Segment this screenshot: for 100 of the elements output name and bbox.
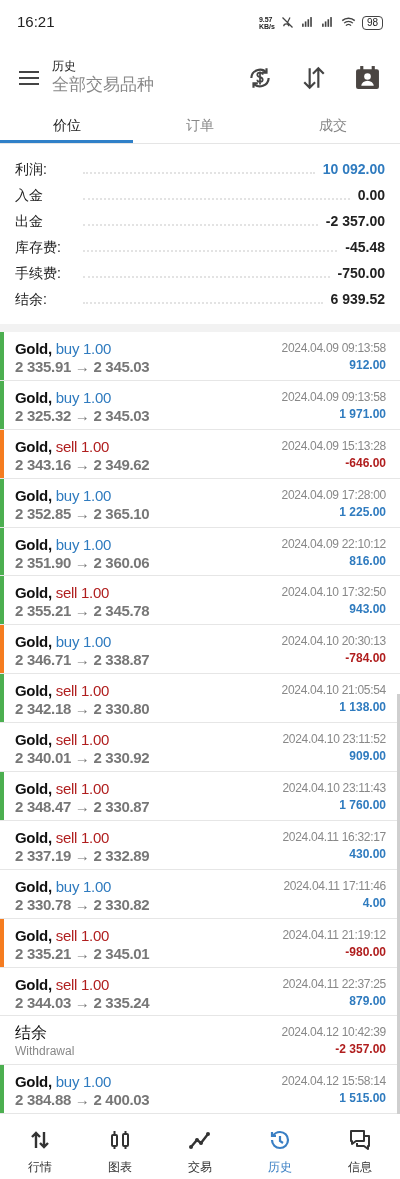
deal-time: 2024.04.10 23:11:52 — [282, 731, 386, 748]
nav-item[interactable]: 历史 — [240, 1128, 320, 1177]
summary-label: 库存费: — [15, 238, 62, 257]
deal-volume: buy 1.00 — [55, 339, 111, 358]
deal-volume: buy 1.00 — [55, 876, 111, 896]
symbol-label: Gold, — [15, 387, 52, 407]
deal-prices: 2 384.88 → 2 400.03 — [15, 1091, 151, 1110]
deal-prices: 2 342.18 → 2 330.80 — [15, 700, 151, 719]
deal-volume: buy 1.00 — [55, 387, 111, 407]
deal-profit: 4.00 — [362, 894, 386, 912]
deal-volume: buy 1.00 — [55, 534, 111, 554]
symbol-label: Gold, — [15, 974, 52, 994]
deal-time: 2024.04.10 17:32:50 — [281, 584, 386, 601]
deal-prices: 2 337.19 → 2 332.89 — [15, 846, 151, 865]
deal-profit: 430.00 — [349, 845, 386, 863]
header-subtitle: 全部交易品种 — [52, 74, 155, 96]
deal-profit: 1 760.00 — [339, 797, 386, 814]
deal-time: 2024.04.11 17:11:46 — [283, 877, 386, 894]
deal-volume: sell 1.00 — [55, 436, 109, 456]
symbol-label: Gold, — [15, 339, 52, 358]
deal-volume: sell 1.00 — [55, 583, 109, 603]
deal-profit: 1 971.00 — [339, 405, 386, 423]
tab[interactable]: 订单 — [133, 110, 267, 143]
symbol-label: Gold, — [15, 779, 52, 798]
summary-value: 0.00 — [357, 186, 385, 205]
deal-profit: -980.00 — [345, 943, 386, 961]
deal-row[interactable]: Gold, buy 1.00 2 352.85 → 2 365.10 2024.04.09 17:28:00 1 225.00 — [0, 478, 400, 528]
symbol-label: Gold, — [15, 534, 52, 554]
deal-volume: buy 1.00 — [55, 485, 111, 505]
deal-time: 2024.04.10 21:05:54 — [281, 682, 386, 699]
deal-profit: -2 357.00 — [335, 1041, 386, 1059]
deal-prices: 2 344.03 → 2 335.24 — [15, 993, 151, 1012]
nav-item[interactable]: 交易 — [160, 1128, 240, 1177]
deal-prices: 2 335.21 → 2 345.01 — [15, 944, 151, 963]
deal-time: 2024.04.12 15:58:14 — [281, 1073, 386, 1090]
deal-volume: sell 1.00 — [55, 827, 109, 847]
deal-title: 结余 — [15, 1023, 48, 1044]
deal-prices: 2 343.16 → 2 349.62 — [15, 455, 151, 474]
deal-time: 2024.04.11 22:37:25 — [282, 975, 386, 992]
summary-label: 结余: — [15, 290, 48, 309]
chat-icon — [348, 1128, 372, 1153]
deal-row[interactable]: Gold, buy 1.00 2 335.91 → 2 345.03 2024.04.09 09:13:58 912.00 — [0, 332, 400, 381]
deal-comment: Withdrawal — [15, 1043, 76, 1060]
symbol-label: Gold, — [15, 436, 52, 456]
deal-volume: sell 1.00 — [55, 974, 109, 994]
deal-row[interactable]: Gold, buy 1.00 2 325.32 → 2 345.03 2024.04.09 09:13:58 1 971.00 — [0, 380, 400, 430]
deal-prices: 2 348.47 → 2 330.87 — [15, 798, 151, 816]
deal-prices: 2 335.91 → 2 345.03 — [15, 358, 151, 376]
symbol-label: Gold, — [15, 925, 52, 945]
deal-time: 2024.04.10 20:30:13 — [281, 633, 386, 650]
deal-time: 2024.04.09 09:13:58 — [281, 340, 386, 356]
deal-time: 2024.04.11 21:19:12 — [282, 926, 386, 943]
deal-time: 2024.04.12 10:42:39 — [281, 1024, 386, 1041]
summary-value: 6 939.52 — [330, 290, 385, 309]
deal-time: 2024.04.09 09:13:58 — [281, 388, 386, 405]
deal-profit: 943.00 — [349, 601, 386, 619]
deal-volume: sell 1.00 — [55, 730, 109, 750]
deal-profit: 879.00 — [349, 992, 386, 1010]
deal-volume: sell 1.00 — [55, 925, 109, 945]
deal-time: 2024.04.09 15:13:28 — [281, 437, 386, 454]
deal-time: 2024.04.09 22:10:12 — [281, 535, 386, 552]
deal-prices: 2 325.32 → 2 345.03 — [15, 406, 151, 425]
header-title: 历史 — [52, 59, 77, 74]
deal-row[interactable]: Gold, buy 1.00 2 351.90 → 2 360.06 2024.04.09 22:10:12 816.00 — [0, 527, 400, 577]
symbol-label: Gold, — [15, 583, 52, 603]
nav-item[interactable]: 行情 — [0, 1128, 80, 1177]
summary-label: 手续费: — [15, 264, 62, 283]
deal-profit: -646.00 — [345, 454, 386, 472]
summary-value: -45.48 — [345, 238, 385, 257]
symbol-label: Gold, — [15, 632, 52, 652]
symbol-label: Gold, — [15, 827, 52, 847]
summary-label: 利润: — [15, 160, 48, 179]
deal-volume: buy 1.00 — [55, 1072, 111, 1092]
deal-profit: 909.00 — [349, 748, 386, 766]
deal-prices: 2 346.71 → 2 338.87 — [15, 651, 151, 670]
sort-button[interactable] — [301, 64, 327, 91]
nav-item[interactable]: 信息 — [320, 1128, 400, 1177]
tab[interactable]: 成交 — [266, 110, 400, 143]
symbol-label: Gold, — [15, 485, 52, 505]
deal-row[interactable]: Gold, sell 1.00 2 343.16 → 2 349.62 2024.04.09 15:13:28 -646.00 — [0, 429, 400, 479]
calendar-button[interactable] — [355, 65, 380, 90]
nav-item[interactable]: 图表 — [80, 1128, 160, 1177]
deal-time: 2024.04.10 23:11:43 — [282, 780, 386, 796]
deal-prices: 2 340.01 → 2 330.92 — [15, 749, 151, 768]
scrollbar[interactable] — [397, 694, 400, 1114]
deal-profit: 912.00 — [349, 357, 386, 374]
summary-value: 10 092.00 — [322, 160, 385, 179]
summary-value: -750.00 — [337, 264, 385, 283]
deal-prices: 2 351.90 → 2 360.06 — [15, 553, 151, 572]
tab[interactable]: 价位 — [0, 110, 134, 143]
symbol-label: Gold, — [15, 876, 52, 896]
battery-level: 98 — [361, 15, 383, 30]
status-time: 16:21 — [17, 12, 55, 33]
deal-row[interactable]: Gold, sell 1.00 2 355.21 → 2 345.78 2024.04.10 17:32:50 943.00 — [0, 576, 400, 626]
deal-time: 2024.04.11 16:32:17 — [282, 828, 386, 845]
menu-button[interactable] — [18, 68, 40, 87]
symbol-label: Gold, — [15, 1072, 52, 1092]
deal-row[interactable]: Gold, buy 1.00 2 346.71 → 2 338.87 2024.04.10 20:30:13 -784.00 — [0, 625, 400, 675]
deal-volume: buy 1.00 — [55, 632, 111, 652]
deal-profit: 1 138.00 — [339, 699, 386, 717]
